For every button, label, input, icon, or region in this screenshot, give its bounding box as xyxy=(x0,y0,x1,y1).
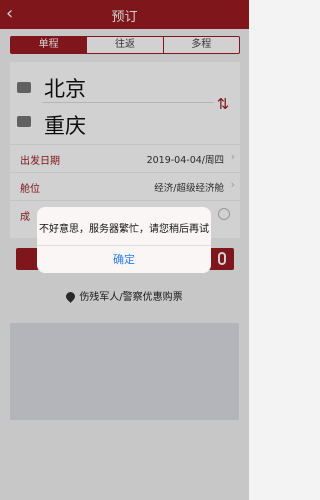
alert-dialog: 不好意思，服务器繁忙，请您稍后再试 确定 xyxy=(37,207,211,273)
alert-message: 不好意思，服务器繁忙，请您稍后再试 xyxy=(39,224,209,235)
confirm-button[interactable]: 确定 xyxy=(37,246,211,273)
